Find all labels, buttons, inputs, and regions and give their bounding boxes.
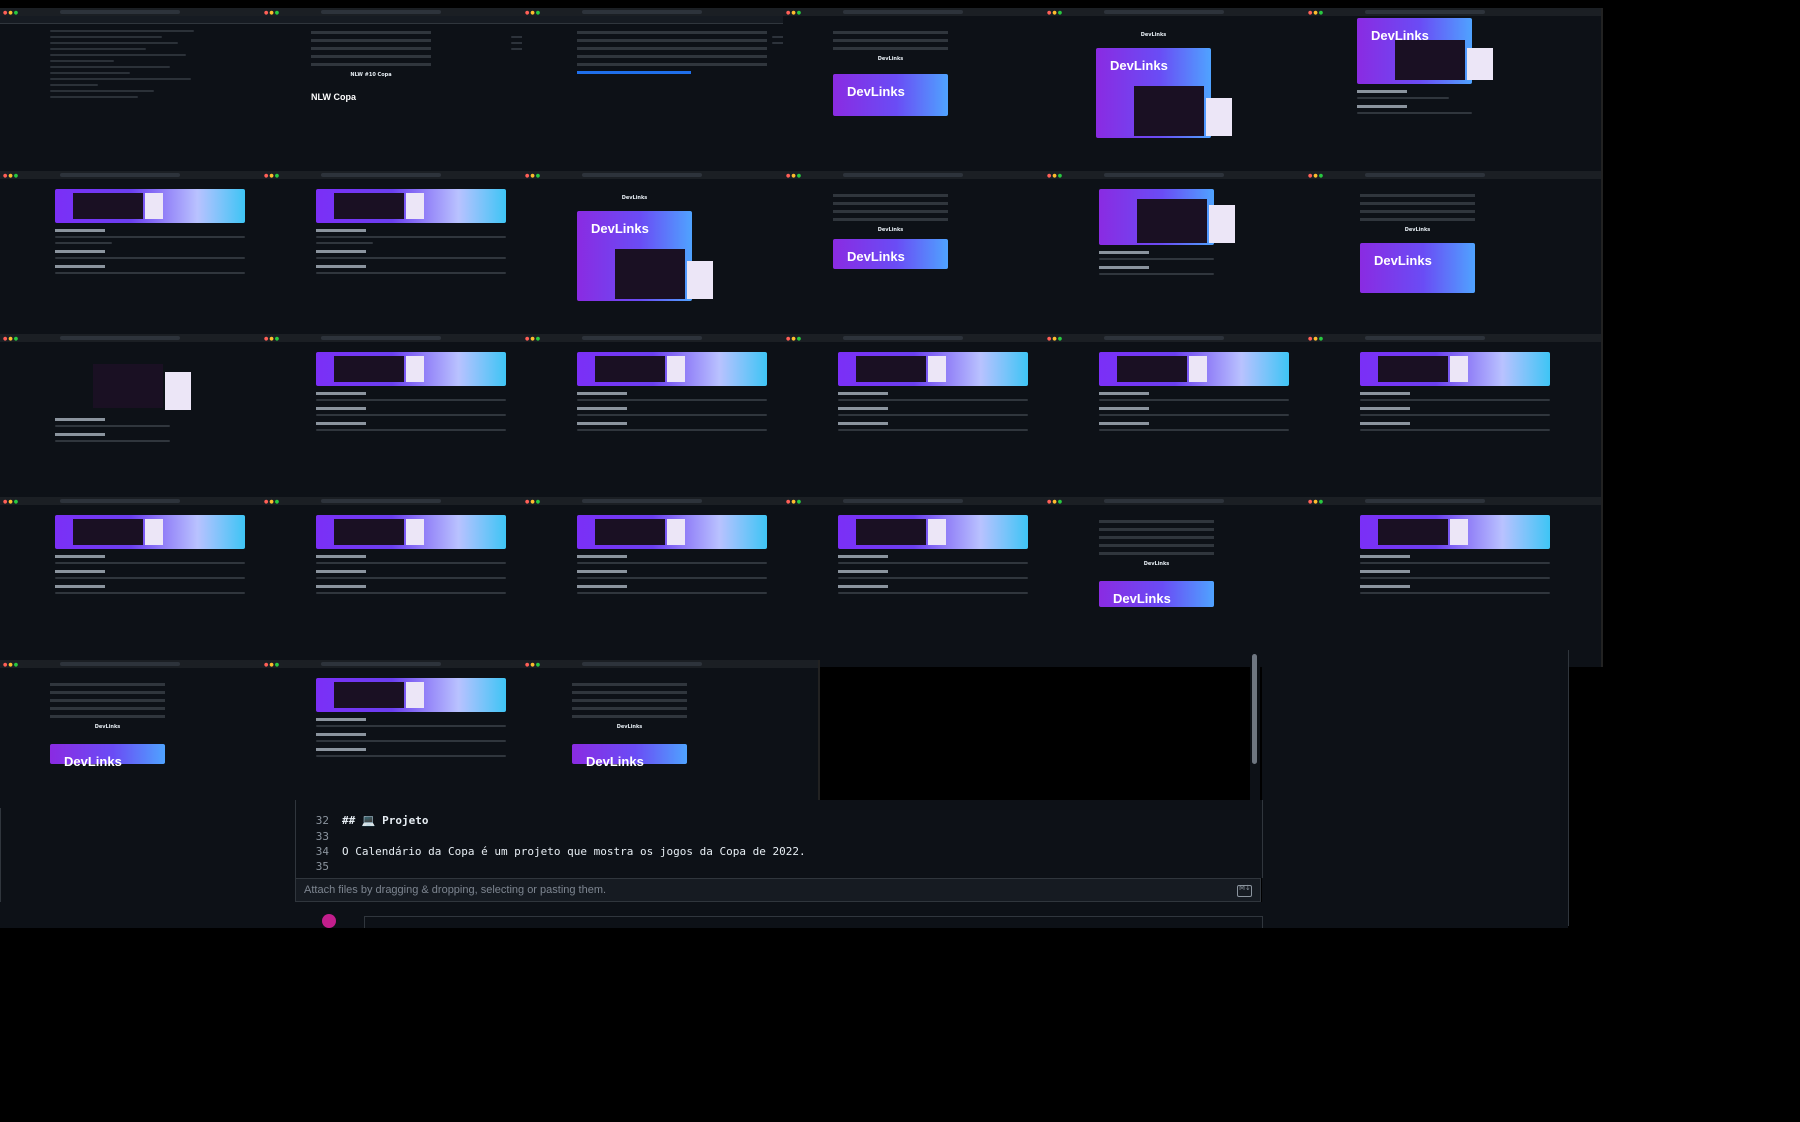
black-bottom: [0, 928, 1800, 1122]
devlinks-heading: DevLinks: [94, 724, 121, 730]
devlinks-heading: DevLinks: [616, 724, 643, 730]
nlw-title: NLW Copa: [311, 92, 356, 102]
thumb-devlinks-3[interactable]: ●●● DevLinks: [1305, 8, 1603, 178]
nlw-subtitle: NLW #10 Copa: [350, 72, 392, 78]
line-text: O Calendário da Copa é um projeto que mo…: [342, 845, 806, 858]
avatar: [322, 914, 336, 928]
thumb-readme[interactable]: ●●●: [522, 334, 820, 504]
banner-title: DevLinks: [1110, 58, 1168, 73]
thumb-repo-devlinks[interactable]: ●●● DevLinks DevLinks: [783, 171, 1081, 341]
thumb-devlinks-2[interactable]: ●●● DevLinks DevLinks: [1044, 8, 1342, 178]
line-number: 35: [315, 860, 329, 873]
thumb-devlinks[interactable]: ●●● DevLinks DevLinks: [522, 171, 820, 341]
attach-hint: Attach files by dragging & dropping, sel…: [304, 884, 607, 896]
thumb-repo-1[interactable]: ●●●: [522, 8, 820, 178]
thumb-editor[interactable]: ●●●: [0, 8, 298, 178]
banner-title: DevLinks: [1113, 591, 1171, 606]
banner-title: DevLinks: [1374, 253, 1432, 268]
line-number: 33: [315, 830, 329, 843]
thumb-readme[interactable]: ●●●: [1305, 497, 1603, 667]
line-number: 34: [315, 845, 329, 858]
thumb-readme[interactable]: ●●●: [522, 497, 820, 667]
thumb-row-2: ●●● ●●● ●●● DevLinks DevLinks ●●● DevLinks D…: [0, 171, 1800, 341]
line-text: ## 💻 Projeto: [342, 814, 429, 827]
thumb-repo-devlinks[interactable]: ●●● DevLinks DevLinks: [0, 660, 298, 830]
thumb-nlw-copa[interactable]: ●●● NLW #10 Copa NLW Copa: [261, 8, 559, 178]
devlinks-heading: DevLinks: [1140, 32, 1167, 38]
attach-files-bar[interactable]: Attach files by dragging & dropping, sel…: [295, 878, 1261, 902]
thumb-readme[interactable]: ●●●: [1305, 334, 1603, 504]
markdown-editor[interactable]: 32 ## 💻 Projeto 33 34 O Calendário da Co…: [295, 800, 1263, 878]
banner-title: DevLinks: [847, 249, 905, 264]
thumb-readme[interactable]: ●●●: [261, 334, 559, 504]
banner-title: DevLinks: [586, 754, 644, 769]
thumb-readme[interactable]: ●●●: [261, 171, 559, 341]
editor-window-right: [1262, 650, 1569, 926]
thumb-row-4: ●●● ●●● ●●● ●●● ●●● DevLinks DevLinks ●●●: [0, 497, 1800, 667]
editor-scrollbar-thumb[interactable]: [1252, 654, 1257, 764]
markdown-icon[interactable]: [1237, 884, 1252, 897]
line-number: 32: [315, 814, 329, 827]
devlinks-heading: DevLinks: [621, 195, 648, 201]
devlinks-heading: DevLinks: [1143, 561, 1170, 567]
thumb-readme[interactable]: ●●●: [261, 497, 559, 667]
devlinks-heading: DevLinks: [877, 56, 904, 62]
banner-title: DevLinks: [847, 84, 905, 99]
devlinks-heading: DevLinks: [877, 227, 904, 233]
thumb-repo-devlinks[interactable]: ●●● DevLinks DevLinks: [1305, 171, 1603, 341]
thumb-readme[interactable]: ●●●: [0, 334, 298, 504]
thumb-repo-devlinks[interactable]: ●●● DevLinks DevLinks: [1044, 497, 1342, 667]
thumb-row-1: ●●● ●●● NLW #10 Copa NLW Copa ●●● ●●● De…: [0, 8, 1800, 178]
thumb-readme[interactable]: ●●●: [783, 497, 1081, 667]
thumb-readme[interactable]: ●●●: [0, 171, 298, 341]
thumb-readme-banner[interactable]: ●●●: [1044, 171, 1342, 341]
banner-title: DevLinks: [64, 754, 122, 769]
thumb-readme[interactable]: ●●●: [1044, 334, 1342, 504]
thumb-readme[interactable]: ●●●: [783, 334, 1081, 504]
thumb-row-3: ●●● ●●● ●●● ●●● ●●● ●●●: [0, 334, 1800, 504]
thumb-readme[interactable]: ●●●: [0, 497, 298, 667]
banner-title: DevLinks: [591, 221, 649, 236]
thumb-devlinks-1[interactable]: ●●● DevLinks DevLinks: [783, 8, 1081, 178]
devlinks-heading: DevLinks: [1404, 227, 1431, 233]
